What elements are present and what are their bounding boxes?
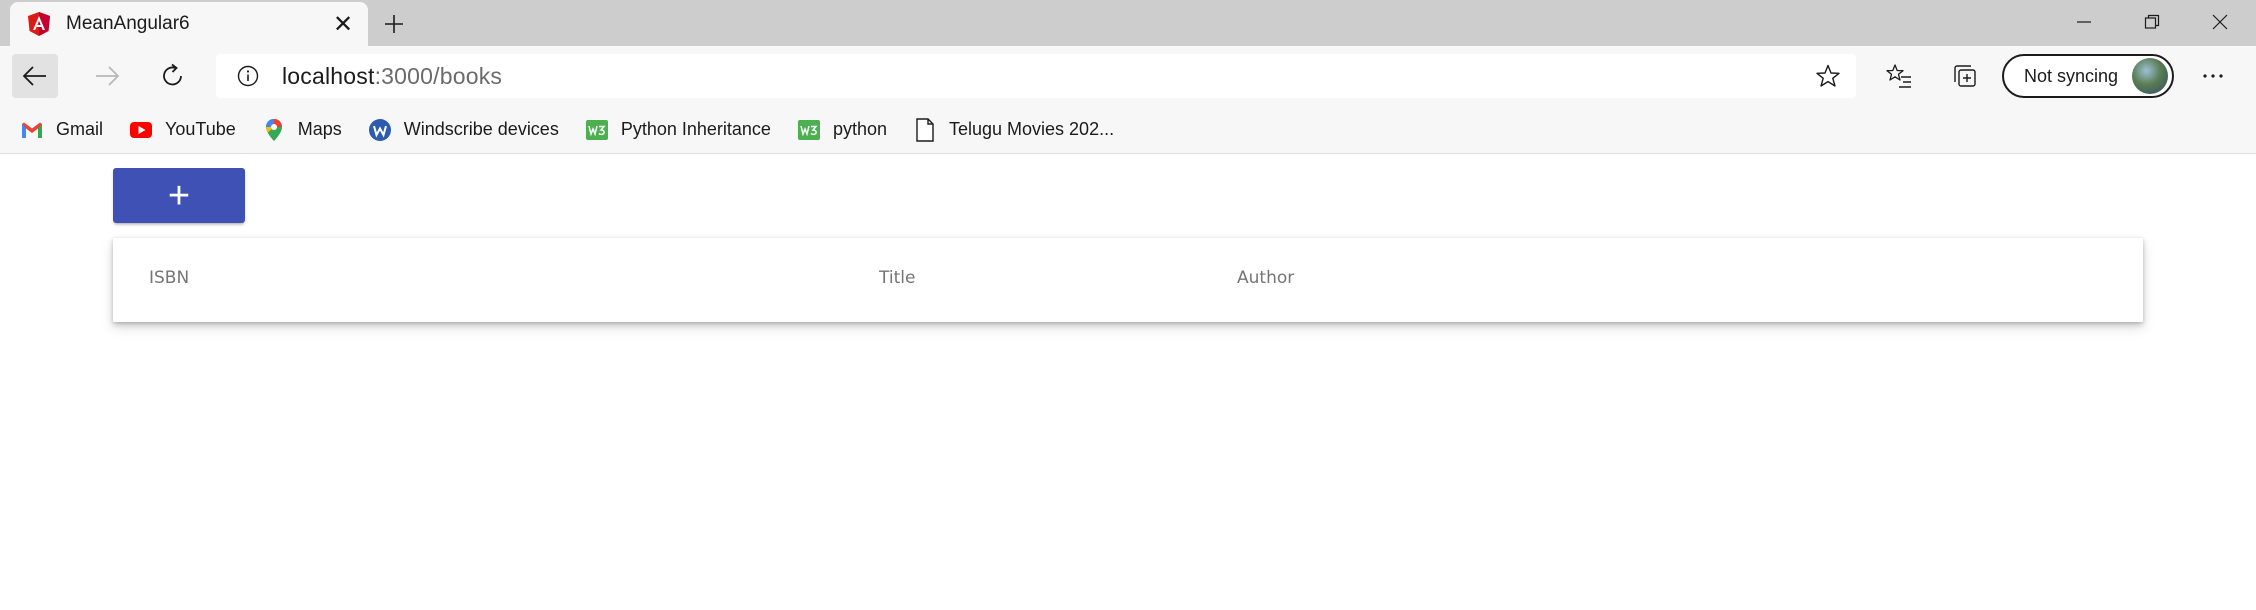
tab-close-icon[interactable]: ✕ [328,9,358,39]
bookmark-telugu-movies[interactable]: Telugu Movies 202... [913,117,1115,142]
tab-strip: MeanAngular6 ✕ [0,0,2256,46]
back-button[interactable] [12,54,58,98]
url-text: localhost:3000/books [282,63,502,90]
forward-button[interactable] [84,54,130,98]
windscribe-icon [368,118,392,142]
angular-icon [26,11,52,37]
arrow-right-icon [96,66,120,86]
w3schools-icon [797,118,821,142]
more-horizontal-icon [2203,74,2223,78]
close-icon [2212,14,2228,30]
url-path: :3000/books [374,62,503,89]
bookmark-label: python [832,119,887,139]
bookmark-youtube[interactable]: YouTube [129,118,236,142]
avatar [2132,58,2168,94]
favorites-list-icon [1886,64,1911,88]
minimize-button[interactable] [2050,0,2118,44]
column-header-author: Author [1237,268,1295,288]
bookmark-python[interactable]: python [797,118,887,142]
bookmark-windscribe[interactable]: Windscribe devices [368,118,559,142]
close-window-button[interactable] [2186,0,2254,44]
settings-more-button[interactable] [2190,54,2236,98]
maps-icon [262,118,286,142]
bookmark-maps[interactable]: Maps [262,118,342,142]
bookmark-label: YouTube [165,119,236,139]
plus-icon [385,15,403,33]
refresh-button[interactable] [150,54,196,98]
favorite-star-icon[interactable] [1814,62,1842,90]
bookmark-label: Gmail [56,119,104,139]
bookmarks-bar: Gmail YouTube Maps Windscribe devices Py… [0,106,2256,154]
minimize-icon [2077,21,2091,23]
bookmark-label: Python Inheritance [620,119,771,139]
bookmark-label: Maps [297,119,342,139]
address-bar[interactable]: localhost:3000/books [216,54,1856,98]
info-icon[interactable] [234,62,262,90]
bookmark-label: Telugu Movies 202... [948,119,1115,139]
collections-button[interactable] [1942,54,1988,98]
restore-button[interactable] [2118,0,2186,44]
page-icon [913,117,937,142]
column-header-isbn: ISBN [149,268,190,288]
favorites-button[interactable] [1876,54,1922,98]
add-book-button[interactable]: + [113,168,245,223]
url-host: localhost [282,62,375,89]
collections-icon [1954,65,1976,87]
restore-icon [2144,14,2160,29]
new-tab-button[interactable] [378,8,410,40]
browser-tab[interactable]: MeanAngular6 ✕ [10,2,368,46]
column-header-title: Title [879,268,916,288]
refresh-icon [163,63,182,86]
browser-toolbar: localhost:3000/books Not syncing [0,46,2256,106]
bookmark-label: Windscribe devices [403,119,559,139]
youtube-icon [129,118,153,142]
bookmark-gmail[interactable]: Gmail [20,118,103,142]
books-table: ISBN Title Author [113,238,2143,322]
page-content: + ISBN Title Author [0,154,2256,610]
arrow-left-icon [22,66,46,86]
tab-title: MeanAngular6 [66,13,190,34]
bookmark-python-inheritance[interactable]: Python Inheritance [585,118,771,142]
w3schools-icon [585,118,609,142]
sync-status-label: Not syncing [2024,65,2119,86]
gmail-icon [20,118,44,142]
profile-sync-button[interactable]: Not syncing [2002,54,2174,98]
